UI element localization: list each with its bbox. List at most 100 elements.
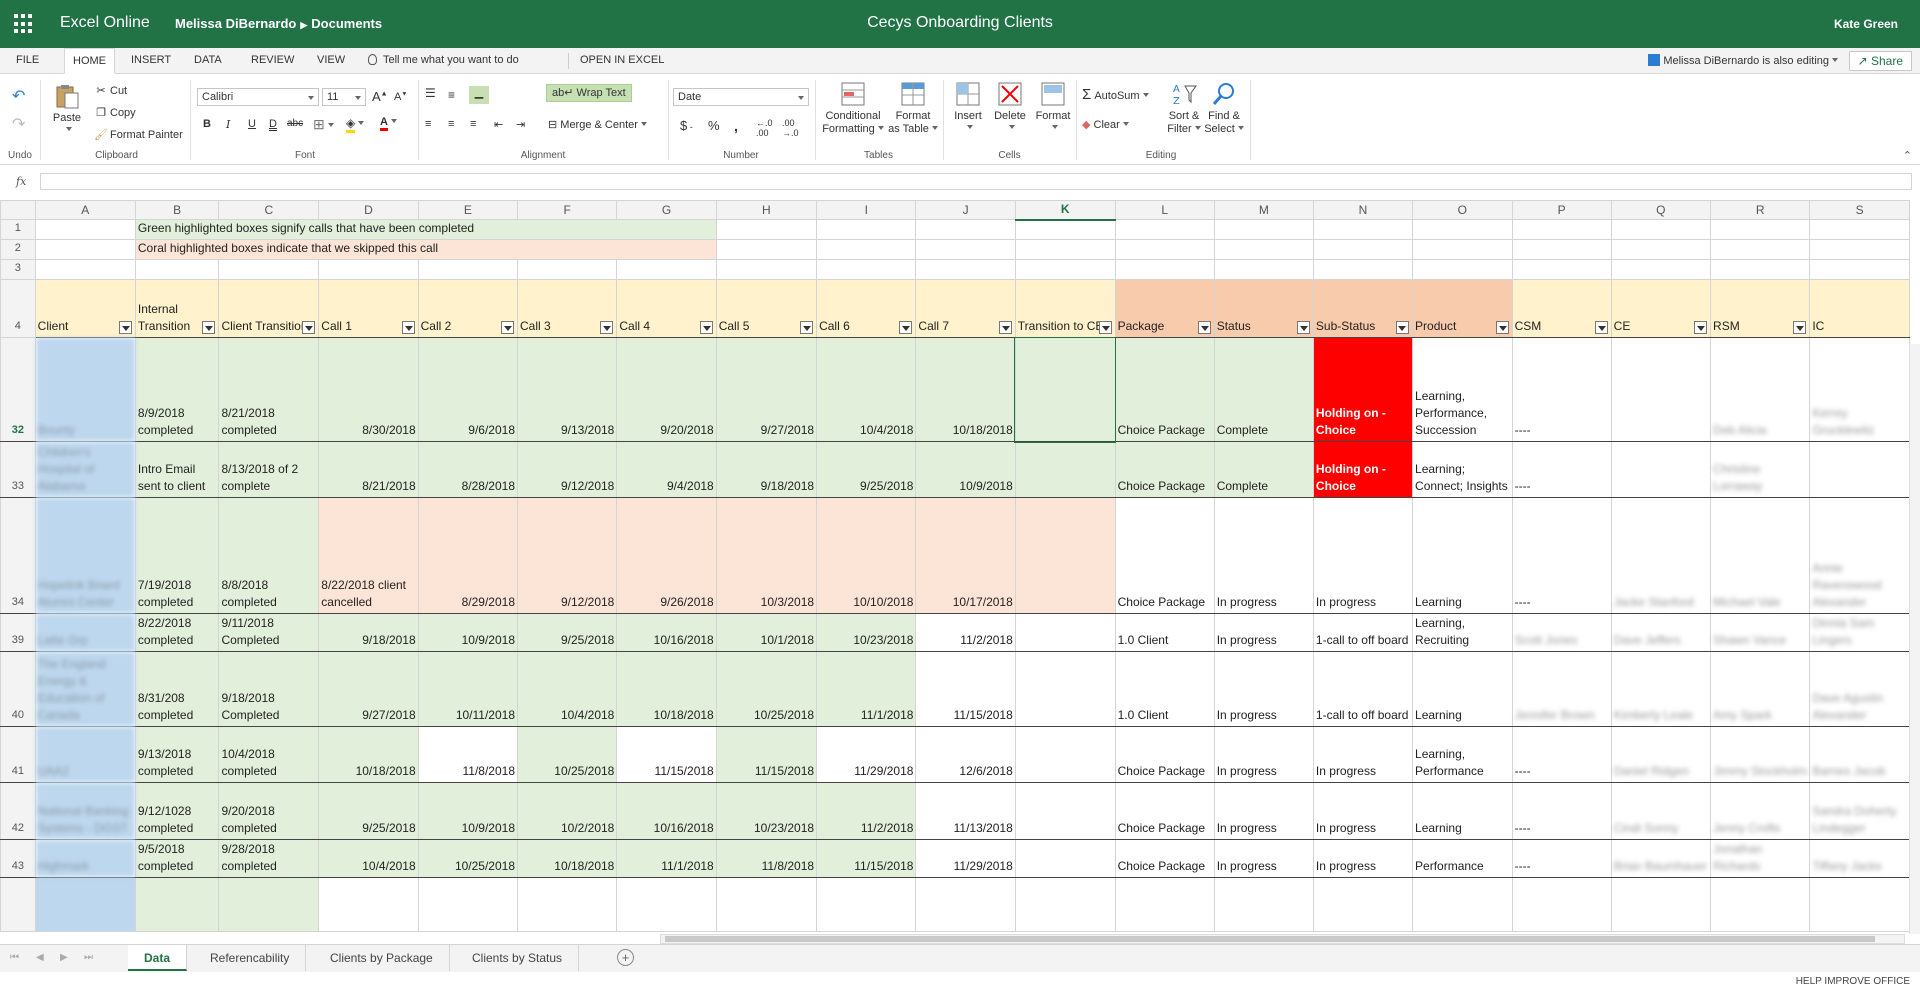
- currency-button[interactable]: $ -: [680, 118, 693, 133]
- cell[interactable]: 10/11/2018: [417, 651, 519, 727]
- cell[interactable]: [1213, 219, 1314, 240]
- cell[interactable]: In progress: [1213, 839, 1314, 878]
- cell[interactable]: [1014, 497, 1116, 614]
- fill-color-icon[interactable]: ◈: [346, 116, 365, 133]
- cell[interactable]: 9/25/2018: [318, 782, 419, 840]
- percent-button[interactable]: %: [708, 118, 720, 133]
- align-center-icon[interactable]: ≡: [448, 118, 454, 130]
- legend-coral-note[interactable]: Coral highlighted boxes indicate that we…: [134, 239, 717, 260]
- cell[interactable]: [715, 239, 818, 260]
- cell[interactable]: 7/19/2018 completed: [134, 497, 220, 614]
- filter-dropdown-icon[interactable]: [1495, 321, 1509, 334]
- cell[interactable]: 9/12/2018: [516, 441, 618, 498]
- cell[interactable]: 8/22/2018 completed: [134, 613, 220, 652]
- decrease-indent-icon[interactable]: ⇤: [494, 118, 503, 131]
- cell[interactable]: Learning: [1412, 497, 1513, 614]
- filter-dropdown-icon[interactable]: [899, 321, 913, 334]
- cell[interactable]: In progress: [1213, 726, 1314, 783]
- cell[interactable]: Learning, Recruiting: [1412, 613, 1513, 652]
- cell[interactable]: 11/8/2018: [417, 726, 519, 783]
- wrap-text-button[interactable]: ab↵ Wrap Text: [546, 84, 632, 102]
- cell[interactable]: Annie Ravenswood Alexander: [1809, 497, 1910, 614]
- cell[interactable]: ----: [1511, 337, 1612, 442]
- vertical-scrollbar[interactable]: [1909, 344, 1920, 934]
- header-cell-call-2[interactable]: Call 2: [417, 279, 519, 338]
- function-icon[interactable]: fx: [16, 175, 26, 188]
- tell-me-box[interactable]: Tell me what you want to do: [368, 54, 519, 66]
- cell[interactable]: 10/1/2018: [715, 613, 818, 652]
- cell[interactable]: ----: [1511, 441, 1612, 498]
- collapse-ribbon-icon[interactable]: ⌃: [1903, 149, 1912, 162]
- header-cell-call-3[interactable]: Call 3: [516, 279, 618, 338]
- cell[interactable]: [134, 259, 220, 280]
- cell[interactable]: 10/18/2018: [616, 651, 717, 727]
- cell[interactable]: 11/8/2018: [715, 839, 818, 878]
- cell[interactable]: Scott Jones: [1511, 613, 1612, 652]
- row-header[interactable]: 3: [0, 259, 36, 280]
- cell[interactable]: [1710, 259, 1811, 280]
- header-cell-ce[interactable]: CE: [1610, 279, 1712, 338]
- cell[interactable]: [616, 259, 717, 280]
- cell[interactable]: Shawn Vance: [1710, 613, 1811, 652]
- next-sheet-icon[interactable]: ▶: [60, 952, 68, 963]
- cell[interactable]: 10/17/2018: [915, 497, 1016, 614]
- cell[interactable]: 1.0 Client: [1114, 651, 1215, 727]
- cell[interactable]: 9/13/2018 completed: [134, 726, 220, 783]
- cell[interactable]: 9/25/2018: [516, 613, 618, 652]
- sheet-tab-clients-by-package[interactable]: Clients by Package: [314, 945, 450, 971]
- cell[interactable]: 9/20/2018: [616, 337, 717, 442]
- column-header[interactable]: D: [318, 200, 419, 220]
- cell[interactable]: 12/6/2018: [915, 726, 1016, 783]
- cell[interactable]: [915, 259, 1016, 280]
- tab-data[interactable]: DATA: [194, 54, 222, 66]
- cell[interactable]: [1312, 877, 1414, 932]
- cell[interactable]: [218, 259, 320, 280]
- cell[interactable]: 11/2/2018: [915, 613, 1016, 652]
- row-header[interactable]: 32: [0, 337, 36, 442]
- cell[interactable]: 10/9/2018: [417, 782, 519, 840]
- cell[interactable]: 11/1/2018: [616, 839, 717, 878]
- cell[interactable]: [1610, 337, 1712, 442]
- cell[interactable]: [1014, 782, 1116, 840]
- cell[interactable]: Latte Grp: [34, 613, 136, 652]
- cell[interactable]: [1511, 239, 1612, 260]
- cell[interactable]: 9/18/2018: [715, 441, 818, 498]
- cell[interactable]: [1014, 239, 1116, 260]
- row-header[interactable]: 33: [0, 441, 36, 498]
- user-name[interactable]: Kate Green: [1834, 17, 1898, 31]
- cell[interactable]: 11/1/2018: [816, 651, 917, 727]
- cell[interactable]: [915, 239, 1016, 260]
- bold-button[interactable]: B: [203, 118, 211, 130]
- cell[interactable]: Jonathan Richards: [1710, 839, 1811, 878]
- cell[interactable]: [816, 239, 917, 260]
- header-cell-call-4[interactable]: Call 4: [616, 279, 717, 338]
- cell[interactable]: 9/18/2018: [318, 613, 419, 652]
- cell[interactable]: 10/4/2018: [318, 839, 419, 878]
- column-header[interactable]: N: [1312, 200, 1414, 220]
- cell[interactable]: [218, 877, 320, 932]
- cell[interactable]: [616, 877, 717, 932]
- cell[interactable]: National Banking Systems - DGST: [34, 782, 136, 840]
- cell[interactable]: Complete: [1213, 441, 1314, 498]
- cell[interactable]: Learning; Connect; Insights: [1412, 441, 1513, 498]
- cell[interactable]: 10/9/2018: [915, 441, 1016, 498]
- cell[interactable]: 8/22/2018 client cancelled: [318, 497, 419, 614]
- header-cell-rsm[interactable]: RSM: [1710, 279, 1811, 338]
- cell[interactable]: Learning: [1412, 782, 1513, 840]
- header-cell-call-6[interactable]: Call 6: [816, 279, 917, 338]
- cell[interactable]: 9/11/2018 Completed: [218, 613, 320, 652]
- open-in-excel-button[interactable]: OPEN IN EXCEL: [580, 54, 664, 66]
- cell[interactable]: 8/28/2018: [417, 441, 519, 498]
- cell[interactable]: Complete: [1213, 337, 1314, 442]
- cell[interactable]: 9/25/2018: [816, 441, 917, 498]
- format-as-table-button[interactable]: Format as Table: [888, 80, 938, 136]
- cell[interactable]: ----: [1511, 726, 1612, 783]
- cell[interactable]: [816, 877, 917, 932]
- column-header[interactable]: L: [1114, 200, 1215, 220]
- header-cell-call-7[interactable]: Call 7: [915, 279, 1016, 338]
- cell[interactable]: Choice Package: [1114, 497, 1215, 614]
- cell[interactable]: Michael Vale: [1710, 497, 1811, 614]
- filter-dropdown-icon[interactable]: [998, 321, 1012, 334]
- insert-cells-button[interactable]: Insert: [948, 80, 988, 134]
- cell[interactable]: [1809, 441, 1910, 498]
